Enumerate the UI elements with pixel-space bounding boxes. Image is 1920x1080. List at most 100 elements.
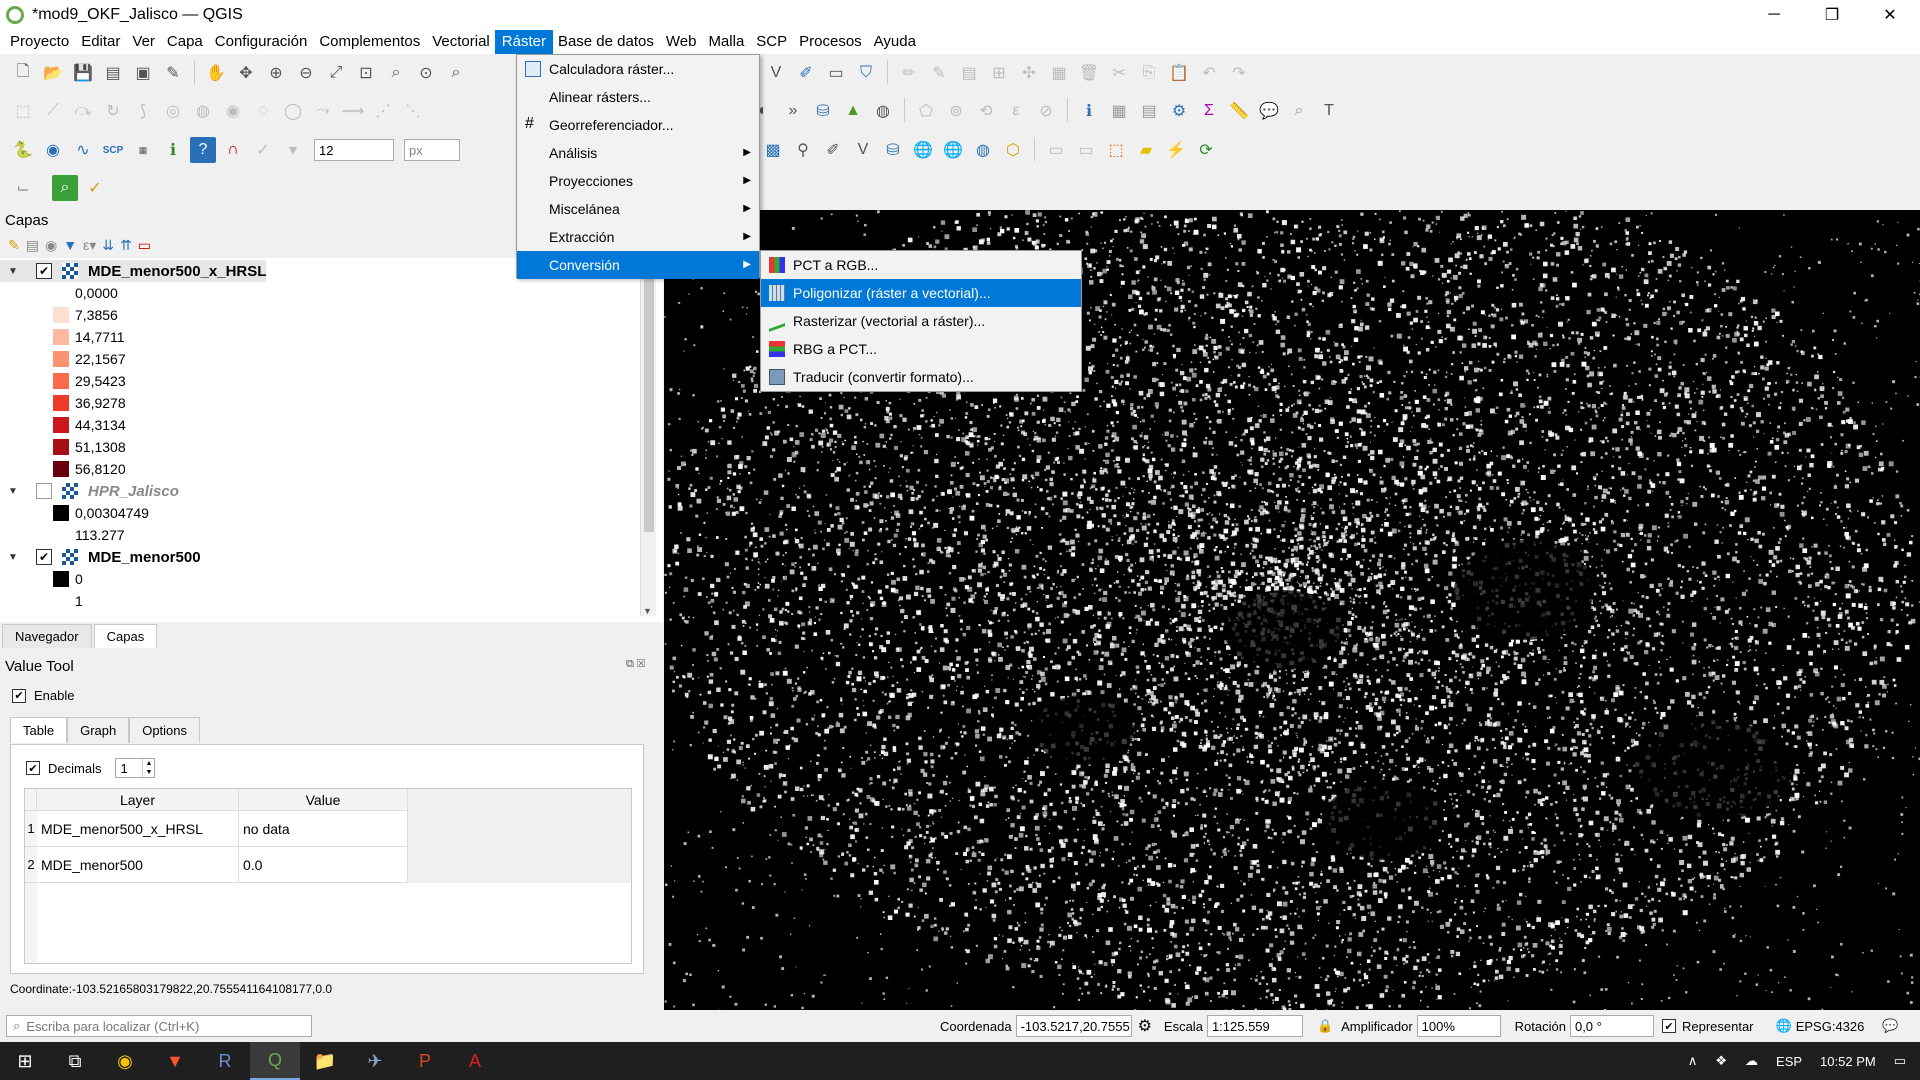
triangle-icon[interactable]: ▲ <box>840 98 866 124</box>
tolerance-spinbox[interactable]: 12 <box>314 139 394 161</box>
notifications-icon[interactable]: ▭ <box>1894 1053 1906 1069</box>
filter-icon[interactable]: ▼ <box>63 237 77 253</box>
brave-icon[interactable]: ▼ <box>150 1042 200 1080</box>
move-feature-icon[interactable]: ⤼ <box>70 98 96 124</box>
scp-dock-icon[interactable]: ◉ <box>40 137 66 163</box>
select-radius-icon[interactable]: ⊚ <box>943 98 969 124</box>
layer-visibility-checkbox[interactable]: ✔ <box>36 263 52 279</box>
close-panel-icon[interactable]: ☒ <box>637 658 645 670</box>
layer-visibility-checkbox[interactable]: ✔ <box>36 549 52 565</box>
new-temp-layer-icon[interactable]: ▭ <box>1073 137 1099 163</box>
show-bookmarks-icon[interactable]: V <box>763 60 789 86</box>
zoom-native-icon[interactable]: ⊙ <box>413 60 439 86</box>
powerpoint-icon[interactable]: P <box>400 1042 450 1080</box>
acrobat-icon[interactable]: A <box>450 1042 500 1080</box>
advanced-digitize-icon[interactable]: ⟋ <box>40 98 66 124</box>
menu-item-calculadora[interactable]: Calculadora ráster... <box>517 55 759 83</box>
python-ide-icon[interactable]: ✈ <box>350 1042 400 1080</box>
file-explorer-icon[interactable]: 📁 <box>300 1042 350 1080</box>
offset-curve-icon[interactable]: ⟿ <box>340 98 366 124</box>
tray-up-icon[interactable]: ∧ <box>1688 1053 1698 1069</box>
zoom-layer-icon[interactable]: ⌕ <box>383 60 409 86</box>
scrollbar-thumb[interactable] <box>644 262 654 532</box>
map-tips-icon[interactable]: ⛉ <box>853 60 879 86</box>
search-tool-icon[interactable]: ⌕ <box>1286 98 1312 124</box>
zoom-last-icon[interactable]: ⌕ <box>443 60 469 86</box>
pan-to-selection-icon[interactable]: ✥ <box>233 60 259 86</box>
add-vector-tile-icon[interactable]: ⬡ <box>1000 137 1026 163</box>
quick-search-icon[interactable]: ⌕ <box>52 175 78 201</box>
menu-item-rgb-pct[interactable]: RBG a PCT... <box>761 335 1081 363</box>
digitize-icon[interactable]: ✏ <box>896 60 922 86</box>
add-ring-icon[interactable]: ◎ <box>160 98 186 124</box>
select-freehand-icon[interactable]: ⟲ <box>973 98 999 124</box>
delete-ring-icon[interactable]: ◌ <box>250 98 276 124</box>
menu-capa[interactable]: Capa <box>161 31 209 53</box>
more-tools-icon[interactable]: » <box>780 98 806 124</box>
layer-row[interactable]: ▼ HPR_Jalisco <box>0 480 179 502</box>
open-project-icon[interactable]: 📂 <box>40 60 66 86</box>
menu-proyecto[interactable]: Proyecto <box>4 31 75 53</box>
tab-options[interactable]: Options <box>129 717 201 743</box>
float-icon[interactable]: ⧉ <box>626 658 634 670</box>
new-shapefile-icon[interactable]: ⬚ <box>1103 137 1129 163</box>
decimals-spinbox[interactable]: 1 ▲ ▼ <box>115 758 156 778</box>
onedrive-icon[interactable]: ☁ <box>1745 1053 1758 1069</box>
lock-icon[interactable]: 🔒 <box>1317 1018 1333 1034</box>
text-annotation-icon[interactable]: T <box>1316 98 1342 124</box>
layout-manager-icon[interactable]: ▣ <box>130 60 156 86</box>
crs-button[interactable]: EPSG:4326 <box>1796 1019 1865 1034</box>
simplify-icon[interactable]: ⟆ <box>130 98 156 124</box>
layer-visibility-checkbox[interactable] <box>36 483 52 499</box>
cut-icon[interactable]: ✂ <box>1106 60 1132 86</box>
coord-field[interactable]: -103.5217,20.7555 <box>1015 1015 1132 1037</box>
style-manager-icon[interactable]: ✎ <box>160 60 186 86</box>
globe-icon[interactable]: ◍ <box>870 98 896 124</box>
modify-attributes-icon[interactable]: ▦ <box>1046 60 1072 86</box>
add-wms-icon[interactable]: 🌐 <box>910 137 936 163</box>
magnifier-spinbox[interactable]: 100% <box>1416 1015 1501 1037</box>
rotate-feature-icon[interactable]: ↻ <box>100 98 126 124</box>
add-part-icon[interactable]: ◍ <box>190 98 216 124</box>
spin-arrows-icon[interactable]: ▲ ▼ <box>142 759 154 777</box>
menu-scp[interactable]: SCP <box>750 31 793 53</box>
locator-search[interactable]: ⌕ Escriba para localizar (Ctrl+K) <box>6 1015 312 1037</box>
newa-scp-icon[interactable]: ▦ <box>130 137 156 163</box>
menu-item-poligonizar[interactable]: Poligonizar (ráster a vectorial)... <box>761 279 1081 307</box>
add-gps-icon[interactable]: ✐ <box>820 137 846 163</box>
expand-arrow-icon[interactable]: ▼ <box>8 266 20 277</box>
menu-malla[interactable]: Malla <box>702 31 750 53</box>
delete-part-icon[interactable]: ◯ <box>280 98 306 124</box>
menu-editar[interactable]: Editar <box>75 31 126 53</box>
redo-icon[interactable]: ↷ <box>1226 60 1252 86</box>
value-tool-icon[interactable]: ✓ <box>82 175 108 201</box>
snap-dropdown-icon[interactable]: ▾ <box>280 137 306 163</box>
zoom-selection-icon[interactable]: ⊡ <box>353 60 379 86</box>
digitize-shape-icon[interactable]: ⬚ <box>10 98 36 124</box>
identify-icon[interactable]: ℹ <box>1076 98 1102 124</box>
menu-item-pct-rgb[interactable]: PCT a RGB... <box>761 251 1081 279</box>
help-icon[interactable]: ? <box>190 137 216 163</box>
dropbox-icon[interactable]: ❖ <box>1715 1053 1727 1069</box>
add-feature-icon[interactable]: ⊞ <box>986 60 1012 86</box>
fill-ring-icon[interactable]: ◉ <box>220 98 246 124</box>
menu-complementos[interactable]: Complementos <box>313 31 426 53</box>
add-wfs-icon[interactable]: 🌐 <box>940 137 966 163</box>
clock[interactable]: 10:52 PM <box>1820 1054 1876 1069</box>
delete-selected-icon[interactable]: 🗑 <box>1076 60 1102 86</box>
pan-icon[interactable]: ✋ <box>203 60 229 86</box>
expand-arrow-icon[interactable]: ▼ <box>8 552 20 563</box>
map-tip-icon[interactable]: 💬 <box>1256 98 1282 124</box>
layer-row[interactable]: ▼ ✔ MDE_menor500 <box>0 546 201 568</box>
paste-icon[interactable]: 📋 <box>1166 60 1192 86</box>
plugin-b-icon[interactable]: ⟳ <box>1193 137 1219 163</box>
scale-dropdown[interactable]: 1:125.559 <box>1206 1015 1303 1037</box>
decimals-checkbox[interactable]: ✔ <box>26 761 40 775</box>
new-project-icon[interactable]: 🗋 <box>10 60 36 86</box>
rotation-spinbox[interactable]: 0,0 ° <box>1569 1015 1654 1037</box>
add-delimited-icon[interactable]: ⚲ <box>790 137 816 163</box>
attribute-table-icon[interactable]: ▦ <box>1106 98 1132 124</box>
python-icon[interactable]: 🐍 <box>10 137 36 163</box>
chrome-icon[interactable]: ◉ <box>100 1042 150 1080</box>
split-features-icon[interactable]: ⋰ <box>370 98 396 124</box>
